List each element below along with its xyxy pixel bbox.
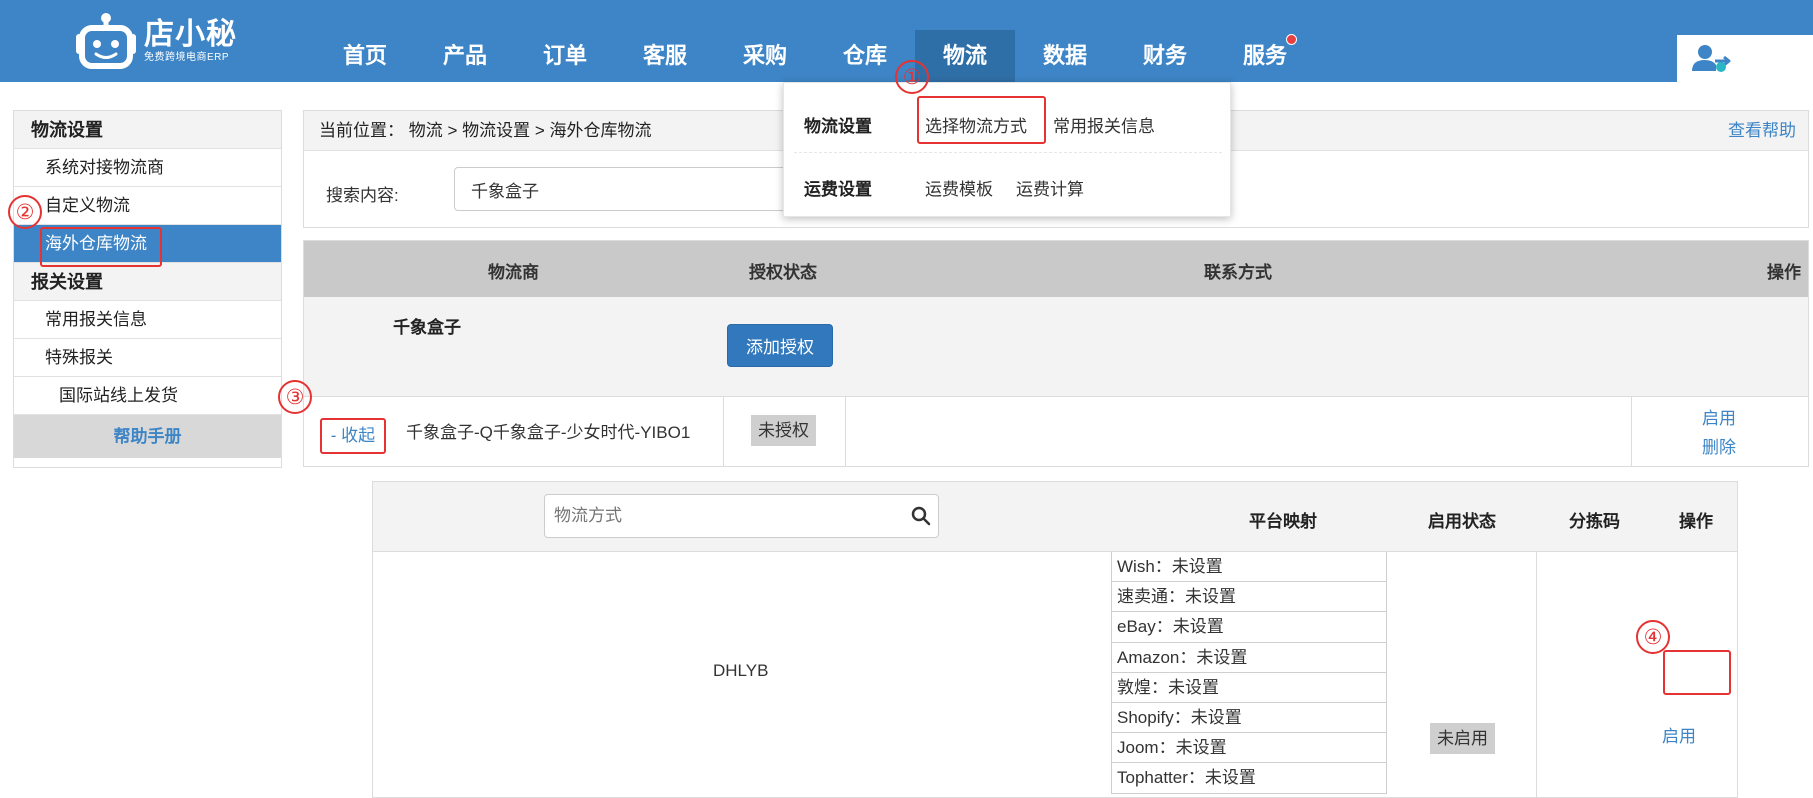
help-link[interactable]: 查看帮助 (1728, 111, 1796, 151)
delete-account-link[interactable]: 删除 (1702, 433, 1736, 458)
mapping-item[interactable]: 速卖通：未设置 (1112, 582, 1386, 613)
nav-orders[interactable]: 订单 (515, 30, 615, 82)
annotation-box-1 (917, 96, 1046, 144)
logo-subtitle: 免费跨境电商ERP (144, 52, 230, 63)
cell-divider (845, 397, 846, 466)
annotation-box-4 (1663, 650, 1731, 695)
nav-purchasing[interactable]: 采购 (715, 30, 815, 82)
breadcrumb-item-current: 海外仓库物流 (549, 121, 652, 140)
breadcrumb-prefix: 当前位置： (319, 121, 404, 140)
search-label: 搜索内容: (326, 186, 399, 205)
provider-table: 物流商 授权状态 联系方式 操作 千象盒子 添加授权 - 收起 千象盒子-Q千象… (303, 240, 1809, 467)
dropdown-group-label: 物流设置 (804, 117, 872, 136)
logo-text: 店小秘 免费跨境电商ERP (144, 18, 237, 64)
enable-account-link[interactable]: 启用 (1702, 404, 1736, 429)
user-menu[interactable] (1677, 35, 1813, 82)
nav-logistics[interactable]: 物流 (915, 30, 1015, 82)
provider-name: 千象盒子 (393, 318, 461, 337)
cell-divider (1631, 397, 1632, 466)
notification-dot (1286, 34, 1297, 45)
sidebar-item-custom-logistics[interactable]: 自定义物流 (14, 187, 281, 225)
nav-customer-service[interactable]: 客服 (615, 30, 715, 82)
platform-mapping-list: Wish：未设置 速卖通：未设置 eBay：未设置 Amazon：未设置 敦煌：… (1111, 552, 1387, 794)
main-nav: 首页 产品 订单 客服 采购 仓库 物流 数据 财务 服务 (315, 30, 1315, 82)
col-actions: 操作 (1767, 263, 1801, 282)
provider-table-header: 物流商 授权状态 联系方式 操作 (304, 241, 1808, 297)
provider-group-row: 千象盒子 添加授权 (304, 297, 1808, 397)
sidebar-item-common-customs[interactable]: 常用报关信息 (14, 301, 281, 339)
sidebar-section-customs: 报关设置 (14, 263, 281, 301)
cell-divider (723, 397, 724, 466)
freight-template-link[interactable]: 运费模板 (925, 175, 993, 200)
annotation-marker-2: ② (8, 195, 42, 229)
mapping-item[interactable]: 敦煌：未设置 (1112, 673, 1386, 703)
nav-services-label: 服务 (1242, 43, 1287, 68)
annotation-marker-1: ① (895, 60, 929, 94)
col-sort-code: 分拣码 (1569, 512, 1620, 531)
auth-status-badge: 未授权 (751, 415, 816, 446)
robot-logo-icon (74, 12, 138, 70)
mapping-item[interactable]: Tophatter：未设置 (1112, 763, 1386, 794)
common-customs-link[interactable]: 常用报关信息 (1053, 112, 1155, 137)
dropdown-group-freight: 运费设置 运费模板 运费计算 (794, 156, 1222, 216)
enable-status-badge: 未启用 (1430, 723, 1495, 754)
method-name: DHLYB (713, 661, 769, 680)
user-icon (1692, 45, 1731, 72)
col-enable-status: 启用状态 (1428, 512, 1496, 531)
account-name: 千象盒子-Q千象盒子-少女时代-YIBO1 (406, 423, 691, 442)
col-platform-mapping: 平台映射 (1249, 512, 1317, 531)
method-search (544, 494, 939, 538)
nav-home[interactable]: 首页 (315, 30, 415, 82)
sidebar-item-system-carriers[interactable]: 系统对接物流商 (14, 149, 281, 187)
breadcrumb-separator: > (534, 121, 545, 140)
freight-calculator-link[interactable]: 运费计算 (1016, 175, 1084, 200)
sidebar-help-manual[interactable]: 帮助手册 (14, 415, 281, 458)
left-sidebar: 物流设置 系统对接物流商 自定义物流 海外仓库物流 报关设置 常用报关信息 特殊… (13, 110, 282, 468)
logo-title: 店小秘 (144, 18, 237, 51)
breadcrumb-item-logistics[interactable]: 物流 (409, 121, 443, 140)
shipping-table-header: 平台映射 启用状态 分拣码 操作 (373, 482, 1737, 552)
col-operations: 操作 (1679, 512, 1713, 531)
add-authorization-button[interactable]: 添加授权 (727, 324, 833, 367)
sidebar-item-special-customs[interactable]: 特殊报关 (14, 339, 281, 377)
col-contact: 联系方式 (1204, 263, 1272, 282)
breadcrumb-separator: > (447, 121, 458, 140)
search-icon[interactable] (911, 506, 931, 526)
annotation-box-2 (40, 227, 162, 267)
annotation-marker-3: ③ (278, 380, 312, 414)
nav-data[interactable]: 数据 (1015, 30, 1115, 82)
mapping-item[interactable]: eBay：未设置 (1112, 612, 1386, 643)
dropdown-group-label: 运费设置 (804, 180, 872, 199)
nav-finance[interactable]: 财务 (1115, 30, 1215, 82)
sidebar-item-intl-online-shipping[interactable]: 国际站线上发货 (14, 377, 281, 415)
col-carrier: 物流商 (488, 263, 539, 282)
col-auth-status: 授权状态 (749, 263, 817, 282)
nav-products[interactable]: 产品 (415, 30, 515, 82)
collapse-button[interactable]: - 收起 (320, 418, 386, 454)
app-logo[interactable]: 店小秘 免费跨境电商ERP (74, 12, 237, 70)
annotation-marker-4: ④ (1636, 620, 1670, 654)
cell-divider (1536, 552, 1537, 798)
shipping-method-table: 平台映射 启用状态 分拣码 操作 DHLYB Wish：未设置 速卖通：未设置 … (372, 481, 1738, 798)
sidebar-section-logistics: 物流设置 (14, 111, 281, 149)
mapping-item[interactable]: Wish：未设置 (1112, 552, 1386, 583)
account-row: - 收起 千象盒子-Q千象盒子-少女时代-YIBO1 未授权 启用 删除 (304, 397, 1808, 466)
enable-method-link[interactable]: 启用 (1662, 722, 1696, 747)
mapping-item[interactable]: Shopify：未设置 (1112, 703, 1386, 734)
shipping-row: DHLYB Wish：未设置 速卖通：未设置 eBay：未设置 Amazon：未… (373, 552, 1737, 798)
nav-services[interactable]: 服务 (1215, 30, 1315, 82)
mapping-item[interactable]: Joom：未设置 (1112, 733, 1386, 764)
mapping-item[interactable]: Amazon：未设置 (1112, 643, 1386, 673)
method-search-input[interactable] (544, 494, 939, 538)
breadcrumb-item-settings[interactable]: 物流设置 (462, 121, 530, 140)
